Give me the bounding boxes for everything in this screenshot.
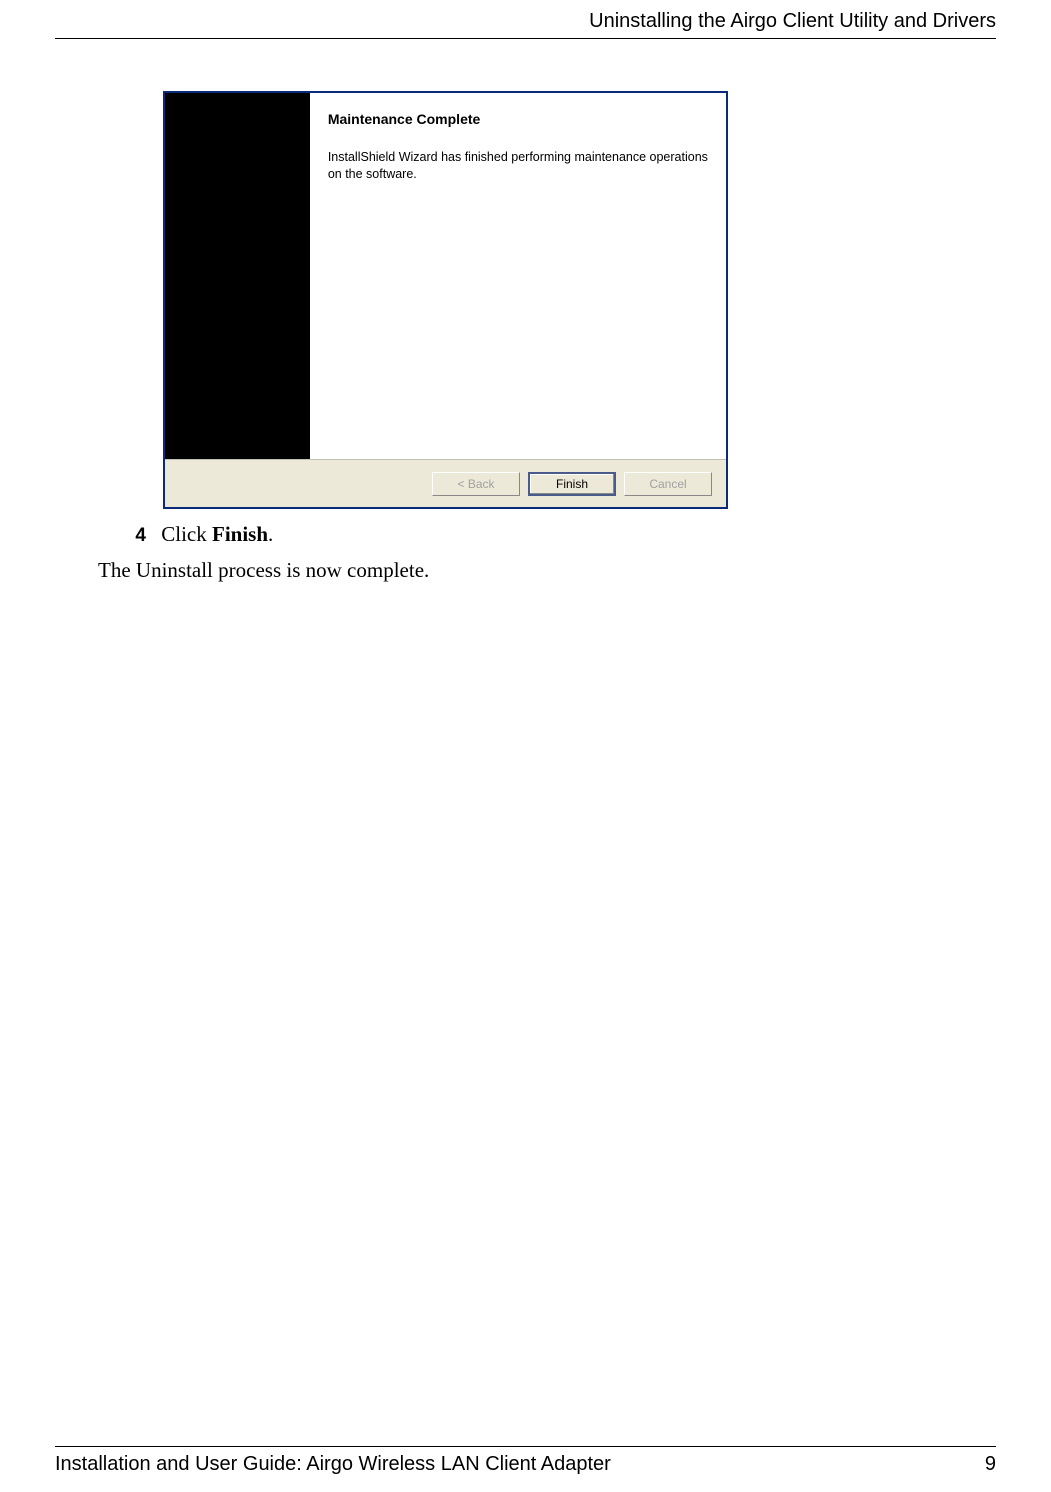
installer-content: Maintenance Complete InstallShield Wizar… xyxy=(310,93,726,459)
installer-window: Maintenance Complete InstallShield Wizar… xyxy=(163,91,728,509)
step-text-prefix: Click xyxy=(161,522,212,546)
cancel-button: Cancel xyxy=(624,472,712,496)
page-number: 9 xyxy=(985,1453,996,1476)
finish-button[interactable]: Finish xyxy=(528,472,616,496)
step-number: 4 xyxy=(118,525,146,547)
installer-heading: Maintenance Complete xyxy=(328,111,708,127)
header-divider xyxy=(55,38,996,39)
installer-screenshot: Maintenance Complete InstallShield Wizar… xyxy=(163,91,728,509)
instruction-step: 4 Click Finish. xyxy=(118,522,273,547)
footer-title: Installation and User Guide: Airgo Wirel… xyxy=(55,1453,611,1476)
back-button: < Back xyxy=(432,472,520,496)
document-page: Uninstalling the Airgo Client Utility an… xyxy=(0,0,1051,1492)
footer-divider xyxy=(55,1446,996,1447)
installer-sidebar-image xyxy=(165,93,310,459)
installer-body: Maintenance Complete InstallShield Wizar… xyxy=(165,93,726,459)
page-header: Uninstalling the Airgo Client Utility an… xyxy=(55,10,996,40)
step-text-bold: Finish xyxy=(212,522,268,546)
installer-message: InstallShield Wizard has finished perfor… xyxy=(328,149,708,183)
section-title: Uninstalling the Airgo Client Utility an… xyxy=(589,10,996,33)
result-text: The Uninstall process is now complete. xyxy=(98,558,429,583)
installer-button-bar: < Back Finish Cancel xyxy=(165,459,726,507)
step-text-suffix: . xyxy=(268,522,273,546)
